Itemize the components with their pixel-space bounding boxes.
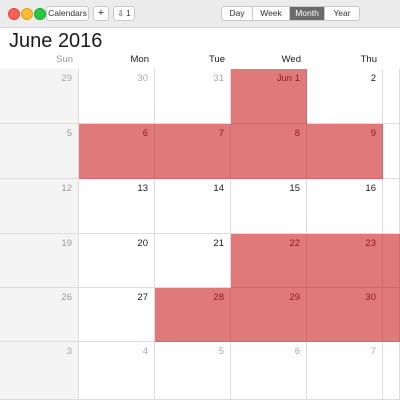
day-cell[interactable]: 15 (231, 179, 307, 234)
day-cell[interactable]: 16 (307, 179, 383, 234)
day-cell[interactable] (383, 69, 400, 124)
day-cell[interactable]: 13 (79, 179, 155, 234)
day-cell[interactable]: 29 (0, 69, 79, 124)
day-number: 15 (289, 183, 300, 194)
day-cell[interactable]: 27 (79, 288, 155, 342)
day-number: 3 (66, 346, 72, 357)
day-number: 12 (61, 183, 72, 194)
day-cell[interactable]: 4 (79, 342, 155, 400)
weekday-mon: Mon (130, 54, 149, 65)
day-cell[interactable]: 7 (307, 342, 383, 400)
tab-day[interactable]: Day (222, 7, 252, 20)
calendars-button[interactable]: Calendars (46, 6, 89, 21)
day-cell[interactable]: 19 (0, 234, 79, 288)
day-number: 19 (61, 238, 72, 249)
calendar-window: Calendars + ⇩ 1 Day Week Month Year June… (0, 0, 400, 400)
day-cell[interactable]: 20 (79, 234, 155, 288)
day-cell[interactable]: 5 (155, 342, 231, 400)
toolbar: Calendars + ⇩ 1 Day Week Month Year (0, 0, 400, 28)
day-number: 14 (213, 183, 224, 194)
day-cell[interactable]: 30 (79, 69, 155, 124)
day-cell[interactable]: 31 (155, 69, 231, 124)
day-cell-event[interactable]: 30 (307, 288, 383, 342)
day-number: 9 (370, 128, 376, 139)
day-cell-event[interactable]: 29 (231, 288, 307, 342)
day-number: 4 (142, 346, 148, 357)
day-number: 2 (370, 73, 376, 84)
weekday-thu: Thu (360, 54, 377, 65)
day-number: 13 (137, 183, 148, 194)
day-cell-event[interactable] (383, 234, 400, 288)
day-number: 27 (137, 292, 148, 303)
weekday-tue: Tue (208, 54, 225, 65)
day-number: 8 (294, 128, 300, 139)
tab-year[interactable]: Year (324, 7, 359, 20)
day-number: 5 (218, 346, 224, 357)
day-cell-event[interactable]: 22 (231, 234, 307, 288)
day-cell[interactable]: 2 (307, 69, 383, 124)
day-cell[interactable]: 14 (155, 179, 231, 234)
day-cell[interactable] (383, 179, 400, 234)
day-number: 16 (365, 183, 376, 194)
day-cell-event[interactable]: 23 (307, 234, 383, 288)
day-number: 29 (61, 73, 72, 84)
day-number: 5 (66, 128, 72, 139)
day-number: 30 (137, 73, 148, 84)
day-number: 30 (365, 292, 376, 303)
day-cell-event[interactable]: 8 (231, 124, 307, 179)
day-cell-event[interactable]: 7 (155, 124, 231, 179)
inbox-button[interactable]: ⇩ 1 (113, 6, 135, 21)
minimize-window-button[interactable] (21, 8, 33, 20)
day-number: 6 (142, 128, 148, 139)
day-number: 31 (213, 73, 224, 84)
day-cell[interactable]: 21 (155, 234, 231, 288)
day-cell[interactable] (383, 342, 400, 400)
weekday-sun: Sun (56, 54, 73, 65)
day-cell-event[interactable] (383, 288, 400, 342)
day-number: 21 (213, 238, 224, 249)
view-switcher: Day Week Month Year (221, 6, 360, 21)
day-cell-event[interactable]: 6 (79, 124, 155, 179)
month-grid: 29 30 31 Jun 1 2 5 6 7 8 9 12 13 14 15 16 19 20 21 22 23 26 2… (0, 69, 400, 400)
tab-week[interactable]: Week (252, 7, 289, 20)
day-number: Jun 1 (276, 73, 300, 84)
day-cell[interactable]: 6 (231, 342, 307, 400)
page-title: June 2016 (9, 30, 102, 53)
month-name: June (9, 30, 53, 52)
day-cell[interactable] (383, 124, 400, 179)
day-number: 7 (218, 128, 224, 139)
zoom-window-button[interactable] (34, 8, 46, 20)
year-label: 2016 (57, 30, 103, 52)
day-number: 20 (137, 238, 148, 249)
day-number: 22 (289, 238, 300, 249)
day-number: 23 (365, 238, 376, 249)
tab-month[interactable]: Month (289, 7, 324, 20)
add-event-button[interactable]: + (93, 6, 109, 21)
day-cell[interactable]: 3 (0, 342, 79, 400)
day-number: 7 (370, 346, 376, 357)
day-number: 29 (289, 292, 300, 303)
day-number: 6 (294, 346, 300, 357)
close-window-button[interactable] (8, 8, 20, 20)
day-number: 28 (213, 292, 224, 303)
day-cell-event[interactable]: 28 (155, 288, 231, 342)
day-number: 26 (61, 292, 72, 303)
day-cell-event[interactable]: Jun 1 (231, 69, 307, 124)
day-cell-event[interactable]: 9 (307, 124, 383, 179)
weekday-wed: Wed (281, 54, 301, 65)
day-cell[interactable]: 26 (0, 288, 79, 342)
day-cell[interactable]: 5 (0, 124, 79, 179)
day-cell[interactable]: 12 (0, 179, 79, 234)
